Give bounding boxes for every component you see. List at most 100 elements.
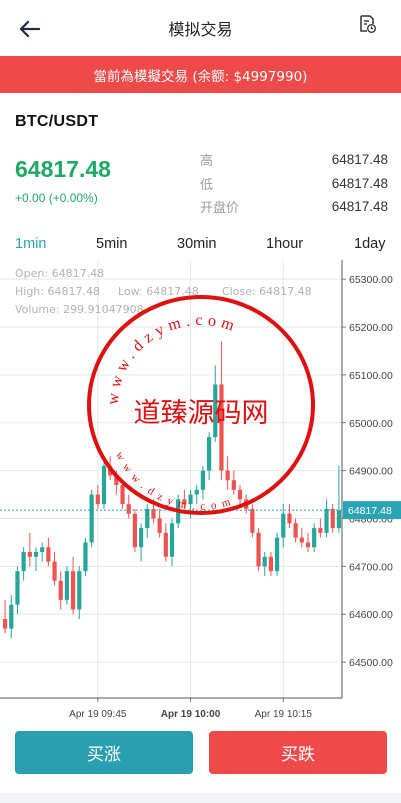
candle-up[interactable] [336, 510, 342, 529]
stat-high: 高 64817.48 [200, 148, 388, 172]
candlestick-chart[interactable]: 65300.00 65200.00 65100.00 65000.00 64900.00… [0, 260, 401, 725]
candle-down[interactable] [163, 532, 168, 557]
y-tick-label: 64600.00 [349, 609, 393, 621]
candle-up[interactable] [15, 571, 20, 605]
tab-1hour[interactable]: 1hour [266, 236, 303, 252]
candle-down[interactable] [237, 489, 243, 500]
candle-up[interactable] [262, 556, 267, 567]
candle-down[interactable] [2, 619, 8, 629]
candle-down[interactable] [318, 528, 323, 533]
ohlc-close: Close: 64817.48 [222, 285, 312, 298]
y-tick-label: 64900.00 [349, 466, 393, 478]
candle-up[interactable] [145, 508, 150, 529]
candle-up[interactable] [64, 571, 70, 600]
ohlc-high: High: 64817.48 [15, 285, 100, 298]
candle-up[interactable] [176, 499, 181, 524]
ohlc-volume: Volume: 299.91047908 [15, 303, 144, 316]
candle-up[interactable] [138, 528, 144, 548]
candle-up[interactable] [281, 513, 286, 538]
tab-30min[interactable]: 30min [177, 236, 217, 252]
candle-down[interactable] [46, 547, 51, 562]
candle-down[interactable] [132, 513, 138, 548]
trading-pair: BTC/USDT [15, 113, 99, 130]
y-tick-label: 65300.00 [349, 274, 393, 286]
candle-down[interactable] [256, 532, 261, 567]
y-tick-label: 64500.00 [349, 657, 393, 669]
candle-down[interactable] [305, 542, 311, 548]
tab-1min[interactable]: 1min [15, 236, 46, 252]
candle-down[interactable] [52, 561, 57, 581]
x-tick-label: Apr 19 10:00 [161, 709, 221, 720]
y-tick-label: 65100.00 [349, 370, 393, 382]
interval-tabs: 1min 5min 30min 1hour 1day [0, 228, 401, 260]
candle-up[interactable] [83, 542, 88, 572]
order-record-button[interactable] [357, 14, 381, 38]
candle-up[interactable] [194, 489, 199, 495]
chart-canvas[interactable]: 65300.00 65200.00 65100.00 65000.00 64900.00… [0, 260, 401, 725]
candle-down[interactable] [225, 470, 230, 481]
stat-value: 64817.48 [331, 152, 388, 168]
candle-up[interactable] [274, 537, 280, 572]
price-stats: 高 64817.48 低 64817.48 开盘价 64817.48 [200, 148, 388, 219]
x-tick-label: Apr 19 10:15 [255, 709, 313, 720]
last-price: 64817.48 [15, 156, 111, 182]
candle-up[interactable] [101, 465, 107, 505]
candle-down[interactable] [287, 513, 292, 524]
stat-label: 低 [200, 177, 214, 193]
candle-down[interactable] [250, 508, 255, 533]
candle-up[interactable] [21, 552, 26, 572]
candle-up[interactable] [324, 508, 329, 533]
ohlc-low: Low: 64817.48 [118, 285, 199, 298]
candle-up[interactable] [33, 552, 39, 557]
candle-down[interactable] [219, 384, 224, 471]
bottom-strip [0, 793, 401, 803]
candle-down[interactable] [268, 556, 274, 572]
top-bar: 模拟交易 [0, 0, 401, 56]
stat-value: 64817.48 [331, 175, 388, 191]
y-tick-label: 65000.00 [349, 418, 393, 430]
candle-down[interactable] [95, 494, 100, 505]
candle-down[interactable] [299, 537, 304, 543]
candle-down[interactable] [126, 504, 131, 514]
current-price-label: 64817.48 [348, 505, 392, 517]
candle-down[interactable] [108, 465, 113, 476]
candle-down[interactable] [58, 580, 63, 600]
simulation-balance-banner: 當前為模擬交易 (余额: $4997990) [0, 56, 401, 93]
stat-label: 开盘价 [200, 201, 240, 217]
stat-open: 开盘价 64817.48 [200, 195, 388, 219]
back-button[interactable] [14, 14, 44, 44]
candle-up[interactable] [89, 494, 94, 543]
arrow-left-icon [19, 20, 40, 38]
stat-value: 64817.48 [331, 199, 388, 215]
candle-down[interactable] [244, 499, 249, 509]
buy-short-button[interactable]: 买跌 [209, 731, 387, 774]
candle-up[interactable] [200, 470, 206, 490]
ohlc-open: Open: 64817.48 [15, 267, 105, 280]
order-record-icon [360, 15, 376, 33]
tab-1day[interactable]: 1day [354, 236, 385, 252]
candle-down[interactable] [182, 499, 187, 505]
candle-up[interactable] [312, 528, 317, 548]
stat-label: 高 [200, 154, 214, 170]
page-title: 模拟交易 [168, 20, 233, 39]
candle-up[interactable] [188, 494, 193, 505]
candle-down[interactable] [157, 518, 162, 533]
candle-up[interactable] [206, 437, 212, 471]
candle-down[interactable] [114, 475, 119, 485]
candle-down[interactable] [330, 508, 335, 529]
candle-up[interactable] [213, 384, 218, 438]
x-tick-label: Apr 19 09:45 [69, 709, 127, 720]
buy-long-button[interactable]: 买涨 [15, 731, 193, 774]
candle-down[interactable] [27, 552, 32, 557]
tab-5min[interactable]: 5min [96, 236, 127, 252]
candle-down[interactable] [120, 484, 125, 505]
candle-down[interactable] [70, 571, 76, 610]
candle-down[interactable] [293, 523, 298, 538]
candle-up[interactable] [40, 547, 45, 552]
candle-up[interactable] [77, 571, 82, 610]
candle-up[interactable] [169, 523, 175, 557]
candle-up[interactable] [9, 604, 14, 629]
y-tick-label: 64700.00 [349, 561, 393, 573]
y-tick-label: 65200.00 [349, 322, 393, 334]
candle-down[interactable] [231, 480, 236, 490]
